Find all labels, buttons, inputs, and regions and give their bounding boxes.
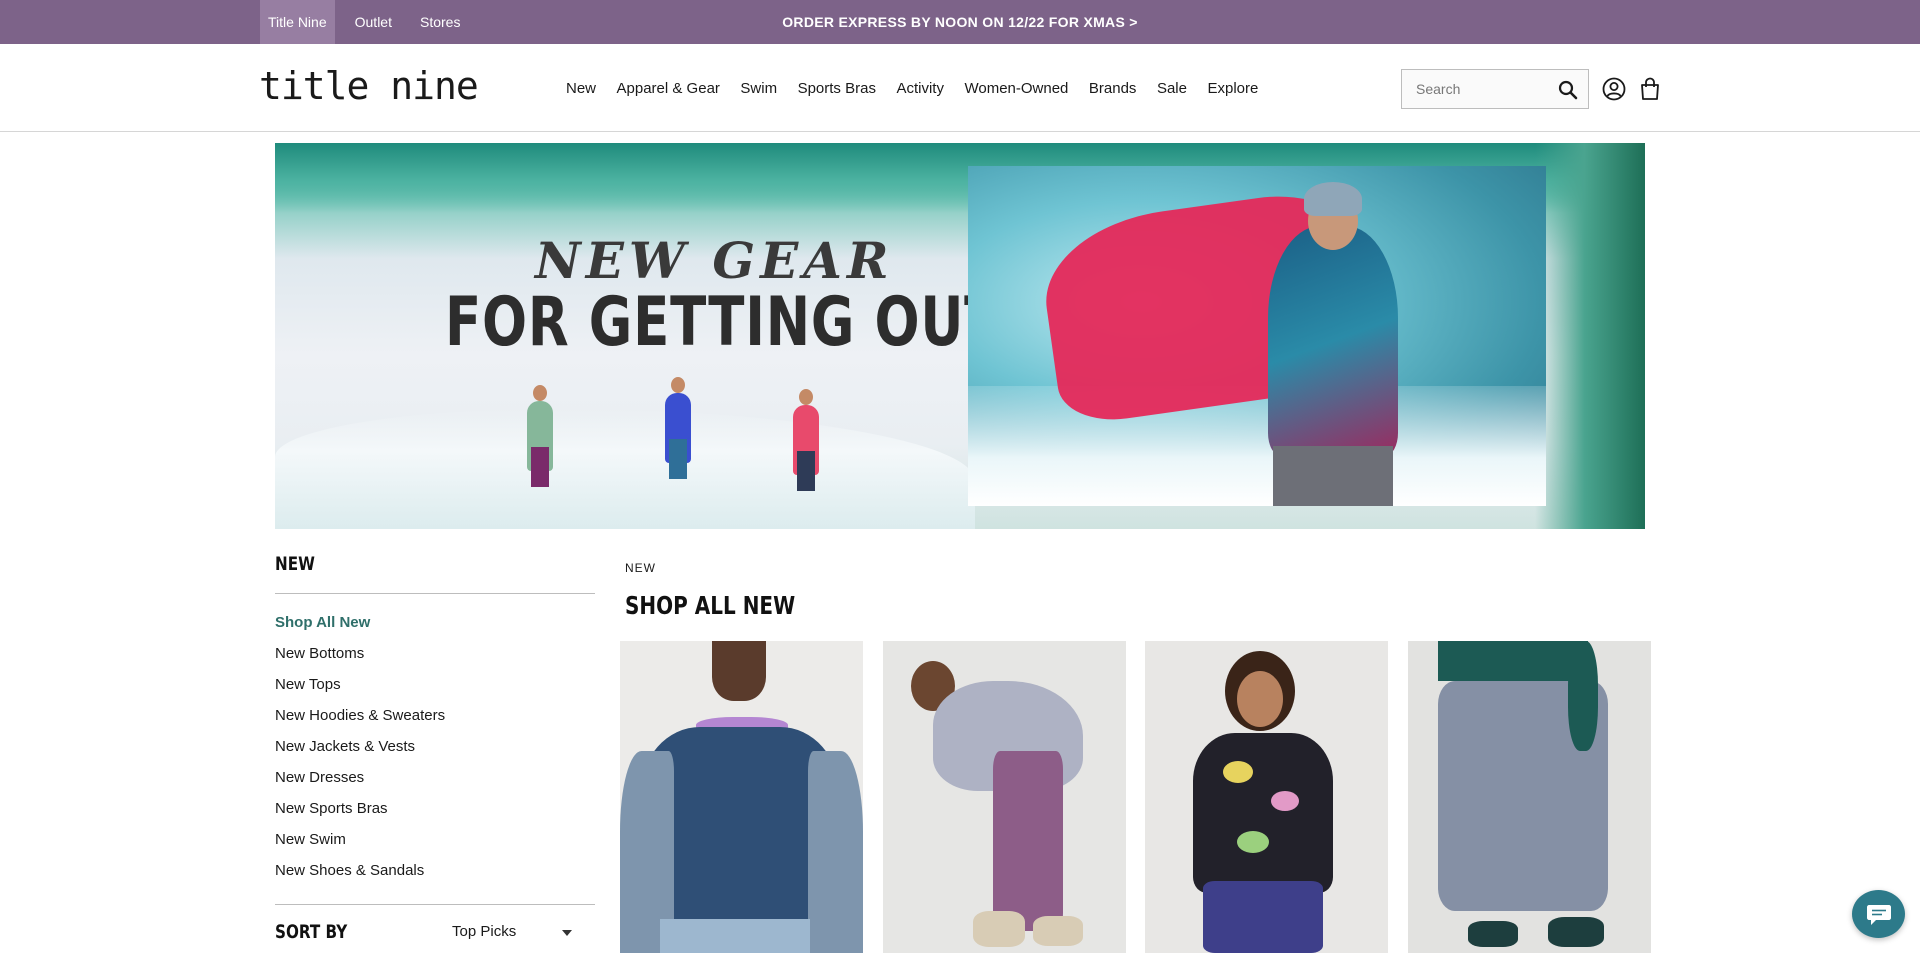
site-link-outlet[interactable]: Outlet (347, 0, 400, 44)
hero-runner-blue (665, 377, 691, 479)
cart-icon[interactable] (1639, 77, 1661, 101)
hero-banner[interactable]: NEW GEAR FOR GETTING OUT (275, 143, 1645, 529)
nav-sports-bras[interactable]: Sports Bras (798, 80, 876, 97)
search-box (1401, 69, 1589, 109)
top-promo-bar: Title Nine Outlet Stores ORDER EXPRESS B… (0, 0, 1920, 44)
sidebar-item-new-shoes-sandals[interactable]: New Shoes & Sandals (275, 860, 445, 891)
chat-icon (1867, 905, 1891, 925)
nav-explore[interactable]: Explore (1207, 80, 1258, 97)
sidebar-item-new-bottoms[interactable]: New Bottoms (275, 643, 445, 674)
sidebar-item-new-hoodies-sweaters[interactable]: New Hoodies & Sweaters (275, 705, 445, 736)
hero-snow-ground (275, 409, 975, 529)
nav-activity[interactable]: Activity (896, 80, 944, 97)
product-card[interactable] (1145, 641, 1388, 953)
hero-ice-wall (1535, 143, 1645, 529)
nav-brands[interactable]: Brands (1089, 80, 1137, 97)
sidebar-title: NEW (275, 553, 315, 575)
hero-headline-top: NEW GEAR (535, 231, 894, 290)
chat-button[interactable] (1852, 890, 1905, 938)
divider (275, 904, 595, 905)
nav-swim[interactable]: Swim (740, 80, 777, 97)
site-header: title nine New Apparel & Gear Swim Sport… (0, 44, 1920, 132)
hero-headline-bottom: FOR GETTING OUT (445, 283, 1002, 362)
product-card[interactable] (620, 641, 863, 953)
product-card[interactable] (883, 641, 1126, 953)
nav-new[interactable]: New (566, 80, 596, 97)
sidebar-item-new-tops[interactable]: New Tops (275, 674, 445, 705)
nav-sale[interactable]: Sale (1157, 80, 1187, 97)
account-icon[interactable] (1602, 77, 1626, 101)
promo-link[interactable]: ORDER EXPRESS BY NOON ON 12/22 FOR XMAS … (782, 14, 1138, 30)
chevron-down-icon (562, 930, 572, 936)
breadcrumb[interactable]: NEW (625, 561, 656, 575)
hero-photo (968, 166, 1546, 506)
sidebar-item-new-swim[interactable]: New Swim (275, 829, 445, 860)
sidebar-item-new-dresses[interactable]: New Dresses (275, 767, 445, 798)
main-nav: New Apparel & Gear Swim Sports Bras Acti… (566, 44, 1279, 132)
search-icon[interactable] (1558, 80, 1578, 100)
site-switcher: Title Nine Outlet Stores (260, 0, 480, 44)
logo[interactable]: title nine (259, 64, 479, 108)
product-card[interactable] (1408, 641, 1651, 953)
nav-apparel-gear[interactable]: Apparel & Gear (617, 80, 720, 97)
site-link-stores[interactable]: Stores (412, 0, 468, 44)
sort-select[interactable]: Top Picks (452, 917, 582, 947)
sidebar-item-new-sports-bras[interactable]: New Sports Bras (275, 798, 445, 829)
sort-by-label: SORT BY (275, 921, 348, 943)
site-link-title-nine[interactable]: Title Nine (260, 0, 335, 44)
hero-runner-green (527, 385, 553, 487)
page-title: SHOP ALL NEW (625, 591, 796, 620)
sidebar-item-new-jackets-vests[interactable]: New Jackets & Vests (275, 736, 445, 767)
search-input[interactable] (1402, 70, 1542, 108)
divider (275, 593, 595, 594)
hero-runner-pink (793, 389, 819, 491)
sidebar-item-shop-all-new[interactable]: Shop All New (275, 612, 445, 643)
nav-women-owned[interactable]: Women-Owned (964, 80, 1068, 97)
sidebar-category-list: Shop All New New Bottoms New Tops New Ho… (275, 612, 445, 891)
